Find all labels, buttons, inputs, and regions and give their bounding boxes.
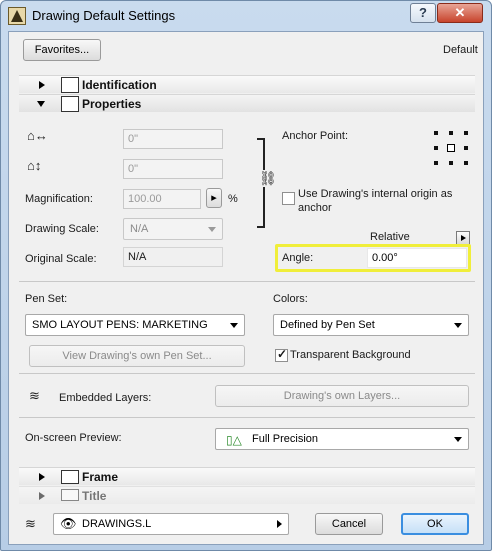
- magnification-menu-button[interactable]: ▸: [206, 188, 222, 208]
- section-divider: [19, 417, 475, 418]
- percent-label: %: [228, 193, 238, 205]
- chevron-down-icon: [230, 323, 238, 328]
- frame-section-header[interactable]: Frame: [19, 467, 475, 485]
- frame-icon: [61, 470, 79, 484]
- width-icon: ⌂↔: [27, 128, 48, 143]
- use-origin-label-line1: Use Drawing's internal origin as: [298, 188, 453, 200]
- window-title: Drawing Default Settings: [32, 8, 176, 23]
- pen-set-label: Pen Set:: [25, 293, 68, 305]
- cancel-button[interactable]: Cancel: [315, 513, 383, 535]
- identification-section-label: Identification: [82, 78, 157, 92]
- angle-label: Angle:: [282, 252, 314, 264]
- preview-select[interactable]: ▯△ Full Precision: [215, 428, 469, 450]
- title-section-header[interactable]: Title: [19, 486, 475, 504]
- identification-section-header[interactable]: Identification: [19, 75, 475, 93]
- width-field[interactable]: 0": [123, 129, 223, 149]
- embedded-layers-label: Embedded Layers:: [59, 392, 152, 404]
- section-divider: [19, 373, 475, 374]
- properties-icon: [61, 96, 79, 112]
- magnification-field[interactable]: 100.00: [123, 189, 201, 209]
- expand-arrow-icon[interactable]: [39, 492, 45, 500]
- relative-menu-button[interactable]: [456, 231, 470, 245]
- archicad-app-icon: [8, 7, 26, 25]
- pen-set-select[interactable]: SMO LAYOUT PENS: MARKETING: [25, 314, 245, 336]
- expand-arrow-icon[interactable]: [39, 81, 45, 89]
- drawing-scale-value: N/A: [130, 223, 149, 235]
- preview-precision-icon: ▯△: [226, 433, 242, 447]
- view-pen-set-button[interactable]: View Drawing's own Pen Set...: [29, 345, 245, 367]
- original-scale-value: N/A: [123, 247, 223, 267]
- height-icon: ⌂↕: [27, 158, 42, 173]
- chevron-right-icon: [277, 520, 282, 528]
- dialog-client-area: Favorites... Default Identification Prop…: [8, 31, 484, 545]
- colors-select[interactable]: Defined by Pen Set: [273, 314, 469, 336]
- angle-field[interactable]: 0.00°: [367, 248, 467, 268]
- close-button[interactable]: ✕: [437, 3, 483, 23]
- magnification-label: Magnification:: [25, 193, 93, 205]
- title-icon: [61, 489, 79, 501]
- collapse-arrow-icon[interactable]: [37, 101, 45, 107]
- layer-select[interactable]: 👁 DRAWINGS.L: [53, 513, 289, 535]
- preview-label: On-screen Preview:: [25, 432, 122, 444]
- dialog-window: Drawing Default Settings ? ✕ Favorites..…: [0, 0, 492, 551]
- chevron-down-icon: [454, 437, 462, 442]
- anchor-point-label: Anchor Point:: [282, 130, 349, 142]
- anchor-point-selector[interactable]: [434, 131, 468, 165]
- chain-link-icon[interactable]: ⛓: [259, 170, 277, 187]
- properties-section-header[interactable]: Properties: [19, 94, 475, 112]
- transparent-background-label: Transparent Background: [290, 349, 411, 361]
- drawing-scale-label: Drawing Scale:: [25, 223, 99, 235]
- section-divider: [19, 281, 475, 282]
- favorites-button[interactable]: Favorites...: [23, 39, 101, 61]
- original-scale-label: Original Scale:: [25, 253, 97, 265]
- preview-value: Full Precision: [252, 433, 319, 445]
- eye-icon: 👁: [60, 516, 77, 531]
- use-origin-label-line2: anchor: [298, 202, 332, 214]
- colors-value: Defined by Pen Set: [280, 319, 375, 331]
- title-section-label: Title: [82, 489, 107, 503]
- default-label: Default: [443, 44, 478, 56]
- layer-stack-icon: ≋: [25, 516, 36, 531]
- drawing-scale-select[interactable]: N/A: [123, 218, 223, 240]
- own-layers-button[interactable]: Drawing's own Layers...: [215, 385, 469, 407]
- layer-value: DRAWINGS.L: [82, 518, 152, 530]
- ok-button[interactable]: OK: [401, 513, 469, 535]
- expand-arrow-icon[interactable]: [39, 473, 45, 481]
- use-origin-checkbox[interactable]: [282, 192, 295, 205]
- frame-section-label: Frame: [82, 470, 119, 484]
- properties-section-label: Properties: [82, 97, 142, 111]
- layers-icon: ≋: [29, 388, 40, 403]
- chevron-down-icon: [208, 227, 216, 232]
- chevron-down-icon: [454, 323, 462, 328]
- pen-set-value: SMO LAYOUT PENS: MARKETING: [32, 319, 208, 331]
- identification-icon: [61, 77, 79, 93]
- help-button[interactable]: ?: [410, 3, 436, 23]
- title-bar: Drawing Default Settings ? ✕: [1, 1, 491, 31]
- transparent-background-checkbox[interactable]: [275, 347, 288, 362]
- relative-label: Relative: [370, 231, 410, 243]
- height-field[interactable]: 0": [123, 159, 223, 179]
- colors-label: Colors:: [273, 293, 308, 305]
